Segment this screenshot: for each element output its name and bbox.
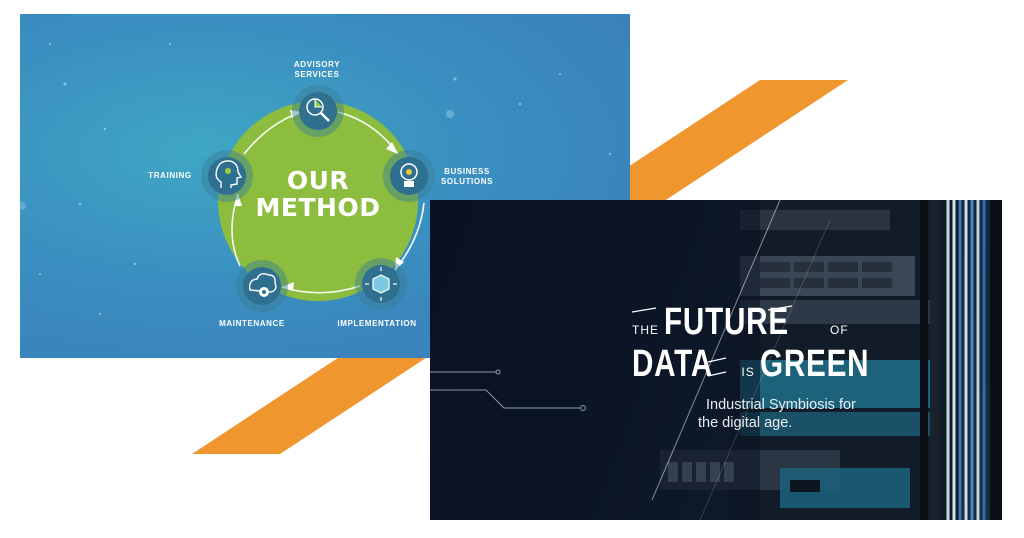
node-maintenance	[236, 260, 288, 312]
node-label-implementation: IMPLEMENTATION	[332, 319, 422, 329]
word-the: THE	[632, 322, 659, 337]
word-future: FUTURE	[664, 301, 790, 343]
node-label-business-line: BUSINESS	[444, 167, 490, 176]
word-green: GREEN	[760, 343, 870, 385]
node-label-training: TRAINING	[140, 171, 200, 181]
node-training	[201, 150, 253, 202]
node-advisory	[292, 85, 344, 137]
subtitle-line-1: Industrial Symbiosis for	[706, 397, 856, 413]
subtitle: Industrial Symbiosis for the digital age…	[698, 396, 878, 432]
word-of: OF	[830, 322, 849, 337]
node-business	[383, 150, 435, 202]
node-label-business-line: SOLUTIONS	[440, 177, 494, 186]
method-title: OUR METHOD	[248, 167, 388, 221]
word-is: IS	[741, 364, 755, 379]
node-label-implementation-line: IMPLEMENTATION	[337, 319, 417, 328]
node-label-maintenance: MAINTENANCE	[212, 319, 292, 329]
node-label-business: BUSINESS SOLUTIONS	[432, 167, 502, 187]
node-label-training-line: TRAINING	[148, 171, 192, 180]
word-data: DATA	[632, 343, 714, 385]
node-label-maintenance-line: MAINTENANCE	[219, 319, 285, 328]
headline-row-1: THE FUTURE OF	[632, 302, 849, 342]
title-line-1: OUR	[286, 166, 350, 195]
subtitle-line-2: the digital age.	[698, 415, 793, 431]
node-label-advisory-line: ADVISORY	[293, 60, 341, 69]
future-data-green-slide: THE FUTURE OF DATA IS GREEN Industrial S…	[430, 200, 1002, 520]
headline-row-2: DATA IS GREEN	[632, 344, 900, 384]
node-label-advisory: ADVISORY SERVICES	[282, 60, 352, 80]
title-line-2: METHOD	[255, 193, 381, 222]
node-label-advisory-line: SERVICES	[294, 70, 340, 79]
node-implementation	[355, 258, 407, 310]
